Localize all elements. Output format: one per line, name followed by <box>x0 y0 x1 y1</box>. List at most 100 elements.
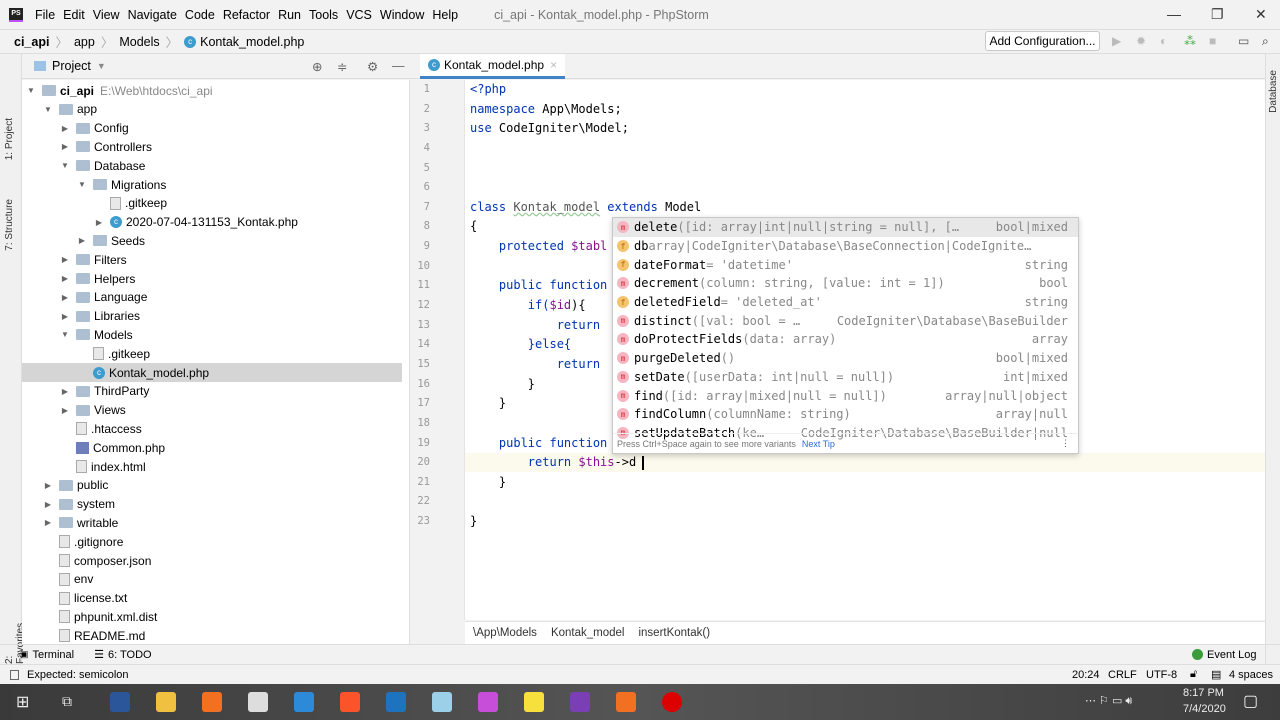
app-blue-icon[interactable] <box>386 692 406 712</box>
chevron-right-icon[interactable]: ▶ <box>94 218 104 227</box>
tree-item[interactable]: ▶ Language <box>22 288 402 307</box>
debug-icon[interactable]: ✹ <box>1136 34 1146 48</box>
file-explorer-icon[interactable] <box>156 692 176 712</box>
crumb-class[interactable]: Kontak_model <box>551 627 625 639</box>
tree-item[interactable]: ▼ Migrations <box>22 175 402 194</box>
completion-item[interactable]: m decrement (column: string, [value: int =… <box>613 274 1078 293</box>
menu-navigate[interactable]: Navigate <box>128 8 185 22</box>
chevron-right-icon[interactable]: ▶ <box>60 312 70 321</box>
tree-item[interactable]: ▶ writable <box>22 513 402 532</box>
recorder-icon[interactable] <box>662 692 682 712</box>
completion-item[interactable]: m find ([id: array|mixed|null = null]) arra… <box>613 386 1078 405</box>
chevron-down-icon[interactable]: ▼ <box>43 105 53 114</box>
tree-item[interactable]: .htaccess <box>22 419 402 438</box>
tree-item[interactable]: ▶ Libraries <box>22 307 402 326</box>
chrome-like-icon[interactable] <box>478 692 498 712</box>
crumb-namespace[interactable]: \App\Models <box>473 627 537 639</box>
tree-item[interactable]: ▶ c 2020-07-04-131153_Kontak.php <box>22 213 402 232</box>
more-options-icon[interactable]: ⋮ <box>1061 438 1070 449</box>
clock-date[interactable]: 7/4/2020 <box>1183 703 1226 715</box>
locate-icon[interactable]: ⊕ <box>312 59 322 74</box>
tree-item[interactable]: ▼ app <box>22 100 402 119</box>
phpstorm-icon[interactable] <box>570 692 590 712</box>
chevron-right-icon[interactable]: ▶ <box>60 387 70 396</box>
app-notes-icon[interactable] <box>432 692 452 712</box>
breadcrumb-project[interactable]: ci_api <box>14 35 49 49</box>
chevron-right-icon[interactable]: ▶ <box>77 236 87 245</box>
close-tab-icon[interactable]: × <box>550 58 557 72</box>
tree-item[interactable]: ▶ Controllers <box>22 137 402 156</box>
file-encoding[interactable]: UTF-8 <box>1146 669 1177 681</box>
start-icon[interactable]: ⊞ <box>16 692 29 712</box>
chevron-down-icon[interactable]: ▼ <box>26 86 36 95</box>
menu-run[interactable]: Run <box>278 8 309 22</box>
breadcrumb-models[interactable]: Models <box>119 35 159 49</box>
collapse-icon[interactable]: ≑ <box>337 59 347 74</box>
tray-icons[interactable]: ⋯ ⚐ ▭ 🔊︎ <box>1085 694 1132 708</box>
completion-item[interactable]: m delete ([id: array|int|null|string = nul… <box>613 218 1078 237</box>
tab-kontak-model[interactable]: c Kontak_model.php × <box>420 54 566 79</box>
vscode-icon[interactable] <box>294 692 314 712</box>
run-icon[interactable]: ▶ <box>1112 34 1121 48</box>
menu-help[interactable]: Help <box>432 8 466 22</box>
tree-item[interactable]: c Kontak_model.php <box>22 363 402 382</box>
chevron-down-icon[interactable]: ▼ <box>77 180 87 189</box>
clock-time[interactable]: 8:17 PM <box>1183 687 1224 699</box>
status-toggle-icon[interactable] <box>10 669 19 680</box>
tree-item[interactable]: ▶ Helpers <box>22 269 402 288</box>
tree-item[interactable]: ▶ Config <box>22 119 402 138</box>
breadcrumb-app[interactable]: app <box>74 35 95 49</box>
next-tip-link[interactable]: Next Tip <box>802 439 835 449</box>
sticky-notes-icon[interactable] <box>524 692 544 712</box>
menu-tools[interactable]: Tools <box>309 8 346 22</box>
chevron-down-icon[interactable]: ▼ <box>60 330 70 339</box>
app-orange-icon[interactable] <box>616 692 636 712</box>
tree-item[interactable]: ▶ ThirdParty <box>22 382 402 401</box>
calendar-icon[interactable] <box>248 692 268 712</box>
completion-item[interactable]: m purgeDeleted() bool|mixed <box>613 349 1078 368</box>
tree-item[interactable]: ▼ ci_api E:\Web\htdocs\ci_api <box>22 81 402 100</box>
tree-item[interactable]: ▶ Filters <box>22 250 402 269</box>
hide-icon[interactable]: — <box>392 59 405 73</box>
search-icon[interactable]: ⌕ <box>1262 34 1269 49</box>
menu-code[interactable]: Code <box>185 8 223 22</box>
coverage-icon[interactable]: ◐ <box>1160 34 1167 48</box>
tree-item[interactable]: .gitkeep <box>22 194 402 213</box>
tree-item[interactable]: ▼ Models <box>22 325 402 344</box>
tree-item[interactable]: .gitignore <box>22 532 402 551</box>
tab-project[interactable]: 1: Project <box>4 118 15 160</box>
chevron-right-icon[interactable]: ▶ <box>60 406 70 415</box>
project-view-selector[interactable]: Project <box>52 59 91 73</box>
tree-item[interactable]: license.txt <box>22 589 402 608</box>
inspection-icon[interactable]: ▤ <box>1211 668 1221 681</box>
stop-icon[interactable]: ■ <box>1209 34 1216 48</box>
tree-item[interactable]: ▶ Views <box>22 401 402 420</box>
tree-item[interactable]: composer.json <box>22 551 402 570</box>
menu-file[interactable]: File <box>35 8 63 22</box>
minimize-button[interactable]: — <box>1167 6 1181 22</box>
todo-button[interactable]: 6: TODO <box>108 649 152 661</box>
menu-window[interactable]: Window <box>380 8 432 22</box>
tree-item[interactable]: ▶ public <box>22 476 402 495</box>
tree-item[interactable]: phpunit.xml.dist <box>22 607 402 626</box>
cursor-position[interactable]: 20:24 <box>1072 669 1100 681</box>
completion-item[interactable]: m findColumn (columnName: string) array|nul… <box>613 405 1078 424</box>
maximize-button[interactable]: ❐ <box>1211 6 1224 23</box>
tree-item[interactable]: ▶ Seeds <box>22 231 402 250</box>
tree-item[interactable]: .gitkeep <box>22 344 402 363</box>
chevron-right-icon[interactable]: ▶ <box>43 500 53 509</box>
word-icon[interactable] <box>110 692 130 712</box>
event-log-button[interactable]: Event Log <box>1207 649 1257 661</box>
tree-item[interactable]: env <box>22 570 402 589</box>
add-configuration-button[interactable]: Add Configuration... <box>985 31 1100 51</box>
chevron-right-icon[interactable]: ▶ <box>60 255 70 264</box>
tree-item[interactable]: Common.php <box>22 438 402 457</box>
brave-icon[interactable] <box>340 692 360 712</box>
completion-item[interactable]: f deletedField = 'deleted_at' string <box>613 293 1078 312</box>
menu-refactor[interactable]: Refactor <box>223 8 278 22</box>
menu-view[interactable]: View <box>93 8 128 22</box>
completion-item[interactable]: m distinct ([val: bool = … CodeIgniter\Data… <box>613 311 1078 330</box>
completion-item[interactable]: m setDate ([userData: int|null = null]) int… <box>613 368 1078 387</box>
line-separator[interactable]: CRLF <box>1108 669 1137 681</box>
menu-edit[interactable]: Edit <box>63 8 93 22</box>
